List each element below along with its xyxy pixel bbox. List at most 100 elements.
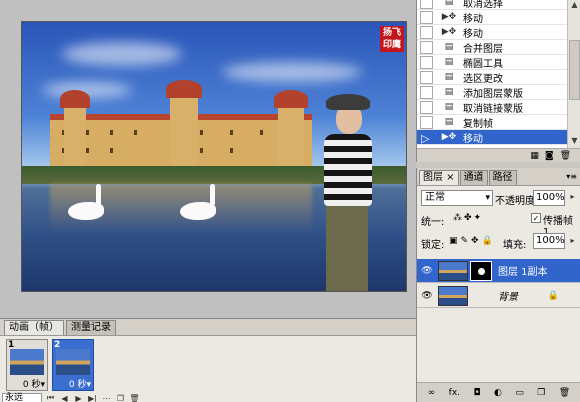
tab-label: 图层 [423, 172, 443, 183]
delete-layer-icon[interactable]: 🗑 [559, 388, 570, 398]
lock-label: 锁定: [421, 240, 445, 251]
opacity-arrow-icon[interactable]: ▸ [567, 190, 578, 204]
history-footer: ▦ ◙ 🗑 [417, 148, 580, 162]
loop-select[interactable]: 永远 [2, 392, 42, 402]
history-snapshot-checkbox[interactable] [420, 55, 433, 69]
history-item[interactable]: ▤ 合并图层 [417, 40, 567, 55]
layer-thumbnail [438, 285, 468, 306]
duplicate-frame-icon[interactable]: ❐ [115, 393, 126, 402]
layer-row-background[interactable]: 👁 背景 🔒 [417, 284, 580, 308]
scroll-down-icon[interactable]: ▼ [568, 136, 580, 148]
panel-menu-icon[interactable]: ▾≡ [566, 172, 577, 181]
link-layers-icon[interactable]: ∞ [428, 388, 436, 398]
history-snapshot-checkbox[interactable] [420, 70, 433, 84]
new-group-icon[interactable]: ▭ [515, 388, 524, 398]
layer-name: 图层 1副本 [498, 267, 548, 278]
castle-tower [166, 80, 202, 172]
scroll-thumb[interactable] [569, 40, 580, 100]
delete-state-icon[interactable]: 🗑 [560, 151, 571, 161]
new-layer-icon[interactable]: ❐ [537, 388, 545, 398]
document-icon: ▤ [444, 56, 454, 67]
next-frame-icon[interactable]: ▶| [87, 393, 98, 402]
history-snapshot-checkbox[interactable] [420, 85, 433, 99]
history-state-marker: ▷ [421, 131, 430, 145]
frame-delay[interactable]: 0 秒▾ [69, 377, 91, 390]
fill-arrow-icon[interactable]: ▸ [567, 234, 578, 248]
create-snapshot-icon[interactable]: ◙ [545, 151, 554, 161]
adjustment-layer-icon[interactable]: ◐ [494, 388, 502, 398]
tab-measurement-log[interactable]: 测量记录 [66, 320, 116, 335]
first-frame-icon[interactable]: ⏮ [45, 393, 56, 402]
history-item-label: 移动 [463, 28, 483, 40]
unify-buttons[interactable]: ⁂✤✦ [453, 213, 483, 223]
frame-delay[interactable]: 0 秒▾ [23, 377, 45, 390]
tab-channels[interactable]: 通道 [459, 170, 488, 185]
document-icon: ▤ [444, 41, 454, 52]
seal-stamp: 扬飞 印鹰 [380, 26, 404, 52]
history-item-label: 合并图层 [463, 43, 503, 55]
cloud [62, 42, 182, 66]
history-item[interactable]: ▤ 椭圆工具 [417, 55, 567, 70]
history-item-selected[interactable]: ▷ ▶✥ 移动 [417, 130, 567, 145]
move-icon: ▶✥ [441, 26, 457, 37]
animation-panel: 动画（帧） 测量记录 1 0 秒▾ 2 0 秒▾ 永远 ⏮ ◀ ▶ ▶| ⋯ ❐ [0, 318, 416, 402]
eye-icon[interactable]: 👁 [420, 264, 434, 278]
history-snapshot-checkbox[interactable] [420, 100, 433, 114]
cloud [222, 62, 362, 82]
opacity-input[interactable]: 100% [533, 190, 565, 206]
prev-frame-icon[interactable]: ◀ [59, 393, 70, 402]
play-icon[interactable]: ▶ [73, 393, 84, 402]
fill-label: 填充: [503, 240, 527, 251]
lock-buttons[interactable]: ▣✎✥🔒 [449, 236, 496, 246]
move-icon: ▶✥ [441, 131, 457, 142]
history-item[interactable]: ▶✥ 移动 [417, 25, 567, 40]
history-item[interactable]: ▤ 选区更改 [417, 70, 567, 85]
image-canvas[interactable]: 扬飞 印鹰 [21, 21, 407, 292]
animation-tabs: 动画（帧） 测量记录 [4, 320, 118, 335]
history-item[interactable]: ▤ 添加图层蒙版 [417, 85, 567, 100]
history-item-label: 移动 [463, 133, 483, 145]
delete-frame-icon[interactable]: 🗑 [129, 393, 140, 402]
add-mask-icon[interactable]: ◘ [473, 388, 480, 398]
history-item[interactable]: ▤ 复制帧 [417, 115, 567, 130]
frame-thumbnail [56, 349, 90, 375]
tab-paths[interactable]: 路径 [488, 170, 517, 185]
document-icon: ▤ [444, 86, 454, 97]
fill-input[interactable]: 100% [533, 233, 565, 249]
tab-animation-frames[interactable]: 动画（帧） [4, 320, 64, 335]
scroll-up-icon[interactable]: ▲ [568, 0, 580, 12]
person-figure [318, 94, 378, 291]
new-document-from-state-icon[interactable]: ▦ [530, 151, 539, 161]
history-item[interactable]: ▤ 取消选择 [417, 0, 567, 10]
layer-thumbnail [438, 260, 468, 281]
history-snapshot-checkbox[interactable] [420, 0, 433, 9]
layers-tabs: 图层 × 通道 路径 [419, 170, 518, 185]
tab-layers[interactable]: 图层 × [419, 170, 459, 185]
tween-icon[interactable]: ⋯ [101, 393, 112, 402]
layer-style-icon[interactable]: fx. [449, 388, 460, 398]
castle-tower [274, 90, 308, 172]
history-item[interactable]: ▤ 取消链接蒙版 [417, 100, 567, 115]
layers-panel: 图层 × 通道 路径 ▾≡ 正常 不透明度: 100% ▸ 统一: ⁂✤✦ ✓ … [416, 168, 580, 402]
layer-mask-thumbnail[interactable] [470, 260, 492, 281]
history-item[interactable]: ▶✥ 移动 [417, 10, 567, 25]
document-icon: ▤ [444, 116, 454, 127]
animation-frame-2[interactable]: 2 0 秒▾ [52, 339, 94, 391]
eye-icon[interactable]: 👁 [420, 289, 434, 303]
history-snapshot-checkbox[interactable] [420, 115, 433, 129]
layers-body: 正常 不透明度: 100% ▸ 统一: ⁂✤✦ ✓ 传播帧 1 锁定: ▣✎✥🔒… [417, 185, 580, 402]
history-item-label: 添加图层蒙版 [463, 88, 523, 100]
animation-frame-1[interactable]: 1 0 秒▾ [6, 339, 48, 391]
history-item-label: 移动 [463, 13, 483, 25]
propagate-frame-checkbox[interactable]: ✓ [531, 213, 541, 223]
layer-row-copy[interactable]: 👁 图层 1副本 [417, 259, 580, 283]
document-icon: ▤ [444, 71, 454, 82]
history-snapshot-checkbox[interactable] [420, 10, 433, 24]
history-scrollbar[interactable]: ▲ ▼ [567, 0, 580, 148]
blend-mode-select[interactable]: 正常 [421, 190, 493, 206]
opacity-label: 不透明度: [495, 196, 539, 207]
layer-name: 背景 [498, 292, 518, 303]
frames-area: 1 0 秒▾ 2 0 秒▾ 永远 ⏮ ◀ ▶ ▶| ⋯ ❐ 🗑 [0, 335, 416, 402]
history-snapshot-checkbox[interactable] [420, 25, 433, 39]
history-snapshot-checkbox[interactable] [420, 40, 433, 54]
